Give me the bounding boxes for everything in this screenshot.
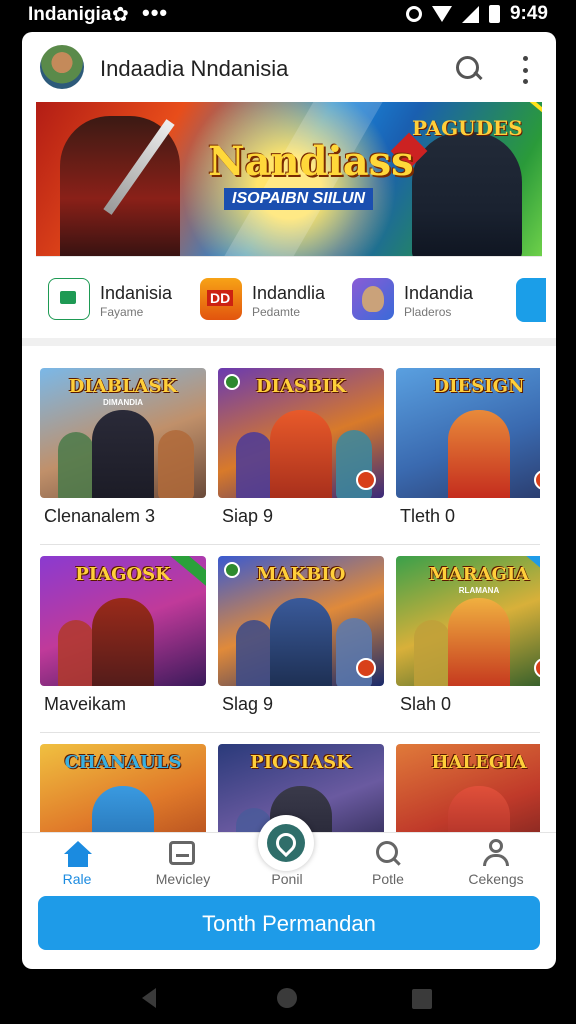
game-caption: Slah 0 [400, 694, 452, 714]
home-circle-icon[interactable] [277, 988, 297, 1008]
game-caption: Clenanalem 3 [44, 506, 156, 526]
status-bar: Indanigia ✿ ••• 9:49 [0, 0, 576, 30]
system-navigation [0, 976, 576, 1024]
featured-banner[interactable]: Nandiass ISOPAIBN SIILUN PAGUDES [36, 102, 542, 256]
banner-hero-right [412, 132, 522, 256]
nav-label: Ponil [271, 871, 303, 887]
avatar[interactable] [40, 45, 84, 89]
nav-label: Cekengs [468, 871, 524, 887]
nav-label: Mevicley [155, 871, 211, 887]
banner-right-logo: PAGUDES [412, 116, 523, 140]
game-thumbnail: MARAGIA RLAMANA [396, 556, 540, 686]
nav-item-profile[interactable]: Cekengs [446, 833, 546, 897]
game-caption: Tleth 0 [400, 506, 456, 526]
featured-app-sub: Pedamte [252, 305, 301, 319]
game-logo: CHANAULS [64, 752, 182, 773]
game-caption: Maveikam [44, 694, 127, 714]
game-tag: RLAMANA [458, 586, 500, 595]
game-logo: DIABLASK [68, 376, 178, 397]
app-bar: Indaadia Nndanisia [22, 32, 556, 102]
battery-icon [488, 5, 500, 23]
page-title: Indaadia Nndanisia [100, 56, 289, 81]
game-logo: PIAGOSK [75, 564, 171, 585]
sync-icon [405, 6, 422, 22]
banner-subtitle: ISOPAIBN SIILUN [224, 188, 374, 210]
section-divider [22, 338, 556, 346]
game-thumbnail: DIASBIK [218, 368, 384, 498]
featured-app-sub: Fayame [100, 305, 144, 319]
featured-apps-row: Indanisia Fayame Indandlia Pedamte Indan… [36, 256, 546, 337]
featured-app-name: Indanisia [100, 283, 173, 303]
wifi-icon [431, 6, 452, 22]
app-icon [200, 278, 242, 320]
nav-item-search[interactable]: Potle [338, 833, 438, 897]
center-app-icon [267, 824, 305, 862]
featured-app-partial[interactable] [516, 278, 546, 322]
badge-icon [224, 562, 240, 578]
status-time: 9:49 [509, 3, 548, 24]
more-options-button[interactable] [516, 56, 534, 84]
game-thumbnail: MAKBIO [218, 556, 384, 686]
nav-item-home[interactable]: Rale [27, 833, 127, 897]
library-icon [169, 841, 195, 865]
nav-label: Potle [372, 871, 404, 887]
game-thumbnail: DIESIGN [396, 368, 540, 498]
search-icon [376, 841, 402, 867]
game-thumbnail: HALEGIA + [396, 744, 540, 838]
recent-apps-icon[interactable] [412, 989, 432, 1009]
game-badge-icon [534, 470, 540, 490]
game-caption: Slag 9 [222, 694, 274, 714]
game-badge-icon [534, 658, 540, 678]
signal-icon [461, 5, 479, 23]
more-notifications-icon: ••• [142, 0, 169, 25]
game-logo: HALEGIA [431, 752, 527, 773]
home-icon [64, 841, 92, 869]
game-caption: Siap 9 [222, 506, 274, 526]
game-thumbnail: CHANAULS [40, 744, 206, 838]
banner-headline: Nandiass [208, 138, 414, 185]
game-thumbnail: DIABLASK DIMANDIA [40, 368, 206, 498]
game-logo: PIOSIASK [250, 752, 352, 773]
featured-app-sub: Pladeros [404, 305, 452, 319]
settings-gear-icon: ✿ [112, 4, 129, 26]
game-logo: DIESIGN [433, 376, 525, 397]
app-icon [352, 278, 394, 320]
game-badge-icon [356, 470, 376, 490]
game-tag: DIMANDIA [103, 398, 143, 407]
primary-action-button[interactable]: Tonth Permandan [38, 896, 540, 950]
nav-item-library[interactable]: Mevicley [133, 833, 233, 897]
game-logo: MAKBIO [256, 564, 346, 585]
game-thumbnail: PIAGOSK [40, 556, 206, 686]
game-badge-icon [356, 658, 376, 678]
nav-label: Rale [62, 871, 92, 887]
game-grid: DIABLASK DIMANDIA Clenanalem 3 DIASBIK Si… [40, 368, 540, 838]
featured-app-name: Indandia [404, 283, 474, 303]
corner-ribbon [524, 102, 542, 122]
bottom-navigation: Rale Mevicley Ponil Potle Cekengs [22, 815, 556, 897]
status-icons: 9:49 [405, 3, 548, 25]
game-logo: DIASBIK [255, 376, 347, 397]
app-window: Indaadia Nndanisia Nandiass ISOPAIBN SII… [22, 32, 556, 969]
featured-app-name: Indandlia [252, 283, 326, 303]
user-icon [482, 839, 510, 867]
center-app-button[interactable] [258, 815, 314, 871]
game-logo: MARAGIA [428, 564, 530, 585]
app-icon [48, 278, 90, 320]
search-button[interactable] [454, 54, 484, 84]
badge-icon [224, 374, 240, 390]
back-icon[interactable] [142, 988, 156, 1008]
status-title: Indanigia [28, 4, 112, 25]
